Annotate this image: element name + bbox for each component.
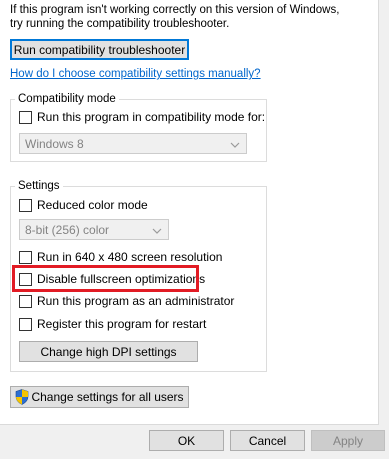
reduced-color-label: Reduced color mode (37, 198, 148, 212)
register-restart-checkbox[interactable] (19, 317, 32, 331)
chevron-down-icon (230, 137, 240, 151)
intro-text: If this program isn't working correctly … (10, 3, 339, 31)
run-as-admin-checkbox[interactable] (19, 294, 32, 308)
properties-panel: If this program isn't working correctly … (0, 0, 379, 425)
resolution-label: Run in 640 x 480 screen resolution (37, 250, 223, 264)
chevron-down-icon (152, 223, 162, 237)
change-all-users-label: Change settings for all users (31, 390, 184, 404)
compat-mode-checkbox[interactable] (19, 110, 32, 124)
change-dpi-button[interactable]: Change high DPI settings (19, 341, 198, 362)
run-troubleshooter-button[interactable]: Run compatibility troubleshooter (10, 39, 189, 60)
highlight-box (12, 265, 199, 292)
compat-mode-checkbox-row[interactable]: Run this program in compatibility mode f… (19, 110, 265, 124)
os-version-select[interactable]: Windows 8 (19, 133, 247, 154)
os-version-value: Windows 8 (25, 136, 84, 151)
compat-mode-label: Run this program in compatibility mode f… (37, 110, 266, 124)
resolution-checkbox[interactable] (19, 250, 32, 264)
intro-line-2: try running the compatibility troublesho… (10, 18, 230, 30)
color-depth-select[interactable]: 8-bit (256) color (19, 219, 169, 240)
register-restart-row[interactable]: Register this program for restart (19, 317, 206, 331)
help-link[interactable]: How do I choose compatibility settings m… (10, 68, 261, 80)
resolution-row[interactable]: Run in 640 x 480 screen resolution (19, 250, 222, 264)
reduced-color-checkbox[interactable] (19, 198, 32, 212)
register-restart-label: Register this program for restart (37, 317, 207, 331)
run-as-admin-row[interactable]: Run this program as an administrator (19, 294, 234, 308)
cancel-button[interactable]: Cancel (230, 430, 305, 451)
uac-shield-icon (16, 389, 29, 405)
change-all-users-button[interactable]: Change settings for all users (10, 386, 189, 408)
compatibility-mode-legend: Compatibility mode (15, 93, 119, 106)
intro-line-1: If this program isn't working correctly … (10, 4, 340, 16)
apply-button[interactable]: Apply (311, 430, 385, 451)
ok-button[interactable]: OK (149, 430, 224, 451)
settings-legend: Settings (15, 180, 63, 193)
color-depth-value: 8-bit (256) color (25, 222, 110, 237)
run-as-admin-label: Run this program as an administrator (37, 294, 235, 308)
reduced-color-row[interactable]: Reduced color mode (19, 198, 148, 212)
